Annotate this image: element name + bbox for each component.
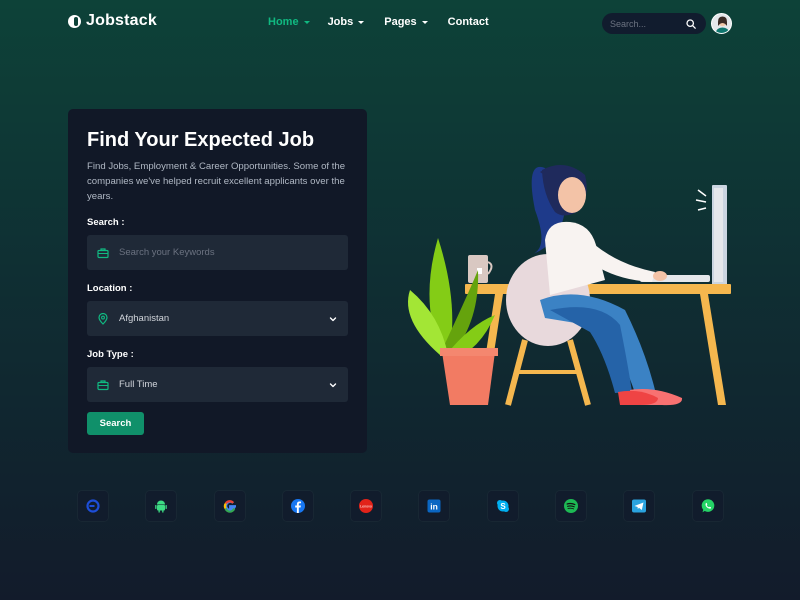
nav-jobs-label: Jobs (327, 16, 354, 28)
chevron-down-icon (303, 20, 310, 24)
nav-contact-label: Contact (447, 16, 489, 28)
chevron-down-icon (329, 316, 337, 321)
search-label: Search : (87, 217, 125, 228)
keyword-input[interactable]: Search your Keywords (119, 247, 338, 258)
keyword-field[interactable]: Search your Keywords (87, 235, 348, 270)
company-logos: Lenovo in S (78, 491, 761, 521)
search-icon[interactable] (686, 18, 696, 29)
nav-pages[interactable]: Pages (384, 16, 428, 28)
location-value: Afghanistan (119, 313, 170, 324)
briefcase-icon (97, 379, 109, 390)
search-button[interactable]: Search (87, 412, 144, 435)
main-menu: Home Jobs Pages Contact (268, 16, 489, 28)
location-label: Location : (87, 283, 133, 294)
skype-wordmark: S (500, 502, 506, 511)
telegram-icon (632, 499, 647, 513)
nav-pages-label: Pages (384, 16, 417, 28)
nav-home[interactable]: Home (268, 16, 310, 28)
company-logo-telegram[interactable] (624, 491, 655, 521)
company-logo-google[interactable] (214, 491, 245, 521)
user-avatar[interactable] (711, 13, 732, 34)
navbar: Jobstack Home Jobs Pages Contact (0, 0, 800, 46)
jobtype-value: Full Time (119, 379, 158, 390)
briefcase-icon (97, 247, 109, 258)
brand-logo[interactable]: Jobstack (68, 12, 157, 30)
company-logo-linkedin[interactable]: in (419, 491, 450, 521)
header-search (602, 13, 706, 34)
location-select[interactable]: Afghanistan (87, 301, 348, 336)
company-logo-circle[interactable] (78, 491, 108, 521)
company-logo-whatsapp[interactable] (692, 491, 723, 521)
nav-contact[interactable]: Contact (448, 16, 489, 28)
facebook-icon (290, 499, 305, 513)
map-pin-icon (98, 312, 108, 325)
mug-illustration (468, 255, 493, 283)
header-search-input[interactable] (610, 18, 686, 29)
chevron-down-icon (329, 382, 337, 387)
whatsapp-icon (701, 499, 714, 513)
skype-icon: S (496, 500, 509, 512)
chevron-down-icon (358, 20, 365, 24)
company-logo-android[interactable] (146, 491, 177, 521)
lenovo-wordmark: Lenovo (360, 505, 372, 509)
hero-illustration (408, 165, 731, 406)
logo-mark-icon (68, 14, 81, 28)
job-search-card: Find Your Expected Job Find Jobs, Employ… (68, 109, 367, 453)
nav-jobs[interactable]: Jobs (328, 16, 365, 28)
monitor-illustration (640, 185, 727, 285)
company-logo-lenovo[interactable]: Lenovo (351, 491, 382, 521)
spotify-icon (564, 499, 579, 513)
lenovo-icon: Lenovo (359, 499, 374, 513)
chevron-down-icon (421, 20, 428, 24)
company-logo-spotify[interactable] (556, 491, 587, 521)
company-logo-skype[interactable]: S (487, 491, 518, 521)
linkedin-wordmark: in (431, 502, 439, 512)
google-icon (223, 500, 236, 513)
nav-home-label: Home (268, 16, 299, 28)
linkedin-icon: in (427, 499, 441, 513)
avatar-image (712, 14, 731, 33)
hero-title: Find Your Expected Job (87, 129, 315, 151)
company-logo-facebook[interactable] (282, 491, 313, 521)
hero-description: Find Jobs, Employment & Career Opportuni… (87, 161, 346, 202)
jobtype-select[interactable]: Full Time (87, 367, 348, 402)
brand-name: Jobstack (86, 12, 157, 29)
android-icon (155, 500, 168, 513)
jobtype-label: Job Type : (87, 349, 134, 360)
circle-logo-icon (86, 499, 100, 513)
